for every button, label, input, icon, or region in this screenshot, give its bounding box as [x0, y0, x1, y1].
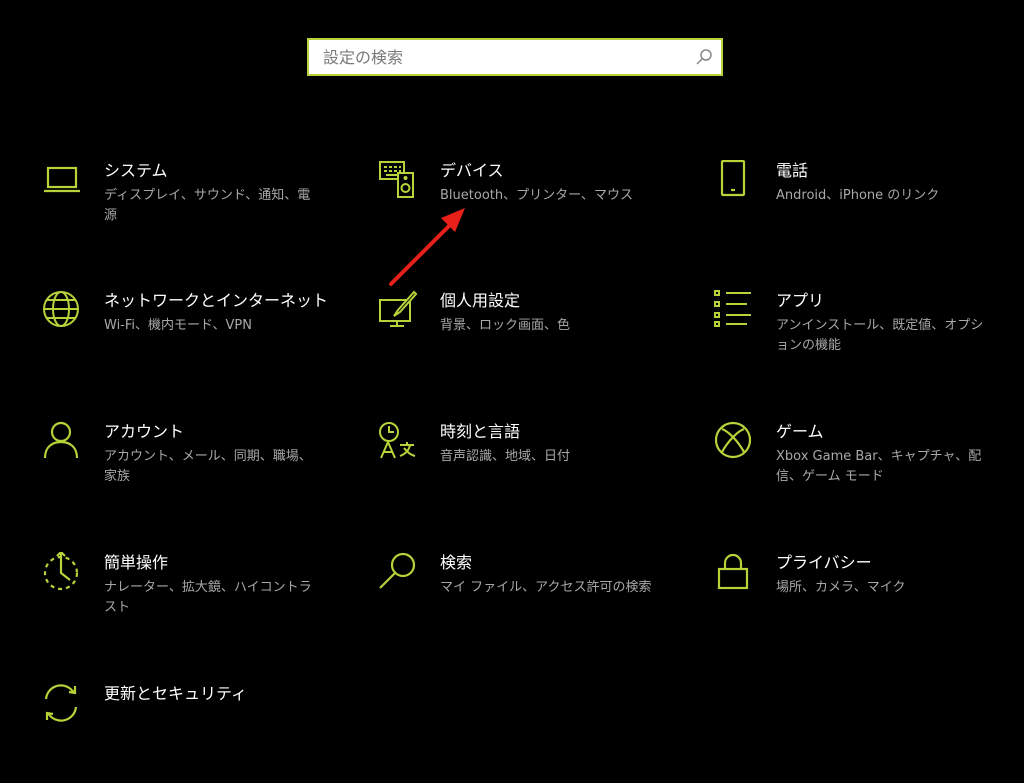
tile-subtitle: アンインストール、既定値、オプションの機能 [776, 318, 984, 353]
tile-title: 個人用設定 [440, 291, 521, 310]
tile-personalization[interactable]: 個人用設定 背景、ロック画面、色 [378, 290, 678, 390]
tile-subtitle: ナレーター、拡大鏡、ハイコントラスト [104, 580, 312, 615]
tile-title: 更新とセキュリティ [104, 684, 248, 703]
time-language-icon [378, 421, 418, 461]
person-icon [42, 421, 82, 461]
tile-title: アカウント [104, 422, 185, 441]
personalization-icon [378, 290, 418, 330]
tile-subtitle: ディスプレイ、サウンド、通知、電源 [104, 188, 311, 223]
tile-time-language[interactable]: 時刻と言語 音声認識、地域、日付 [378, 421, 678, 521]
phone-icon [714, 160, 754, 200]
tile-subtitle: Xbox Game Bar、キャプチャ、配信、ゲーム モード [776, 449, 982, 484]
tile-privacy[interactable]: プライバシー 場所、カメラ、マイク [714, 552, 1014, 652]
tile-title: ゲーム [776, 422, 824, 441]
xbox-icon [714, 421, 754, 461]
update-icon [42, 683, 82, 723]
tile-apps[interactable]: アプリ アンインストール、既定値、オプションの機能 [714, 290, 1014, 390]
tile-search[interactable]: 検索 マイ ファイル、アクセス許可の検索 [378, 552, 678, 652]
tile-title: 簡単操作 [104, 553, 169, 572]
tile-title: 時刻と言語 [440, 422, 521, 441]
tile-title: 検索 [440, 553, 473, 572]
tile-subtitle: マイ ファイル、アクセス許可の検索 [440, 580, 652, 595]
tile-subtitle: Wi-Fi、機内モード、VPN [104, 318, 252, 333]
tile-title: デバイス [440, 161, 504, 180]
search-input[interactable] [309, 40, 683, 74]
tile-title: アプリ [776, 291, 825, 310]
ease-of-access-icon [42, 552, 82, 592]
tile-system[interactable]: システム ディスプレイ、サウンド、通知、電源 [42, 160, 342, 260]
tile-title: 電話 [776, 161, 809, 180]
tile-title: システム [104, 161, 168, 180]
devices-icon [378, 160, 418, 200]
globe-icon [42, 290, 82, 330]
settings-search-box[interactable] [307, 38, 723, 76]
tile-title: プライバシー [776, 553, 872, 572]
tile-network[interactable]: ネットワークとインターネット Wi-Fi、機内モード、VPN [42, 290, 342, 390]
tile-devices[interactable]: デバイス Bluetooth、プリンター、マウス [378, 160, 678, 260]
tile-subtitle: Android、iPhone のリンク [776, 188, 940, 203]
apps-list-icon [714, 290, 754, 330]
laptop-icon [42, 160, 82, 200]
lock-icon [714, 552, 754, 592]
search-icon[interactable] [695, 48, 713, 66]
tile-subtitle: 場所、カメラ、マイク [776, 580, 906, 595]
tile-gaming[interactable]: ゲーム Xbox Game Bar、キャプチャ、配信、ゲーム モード [714, 421, 1014, 521]
search-icon [378, 552, 418, 592]
tile-accounts[interactable]: アカウント アカウント、メール、同期、職場、家族 [42, 421, 342, 521]
tile-phone[interactable]: 電話 Android、iPhone のリンク [714, 160, 1014, 260]
tile-title: ネットワークとインターネット [104, 291, 329, 310]
tile-subtitle: Bluetooth、プリンター、マウス [440, 188, 633, 203]
tile-update-security[interactable]: 更新とセキュリティ [42, 683, 342, 783]
tile-subtitle: アカウント、メール、同期、職場、家族 [104, 449, 312, 484]
tile-subtitle: 音声認識、地域、日付 [440, 449, 571, 464]
tile-subtitle: 背景、ロック画面、色 [440, 318, 571, 333]
tile-ease-of-access[interactable]: 簡単操作 ナレーター、拡大鏡、ハイコントラスト [42, 552, 342, 652]
